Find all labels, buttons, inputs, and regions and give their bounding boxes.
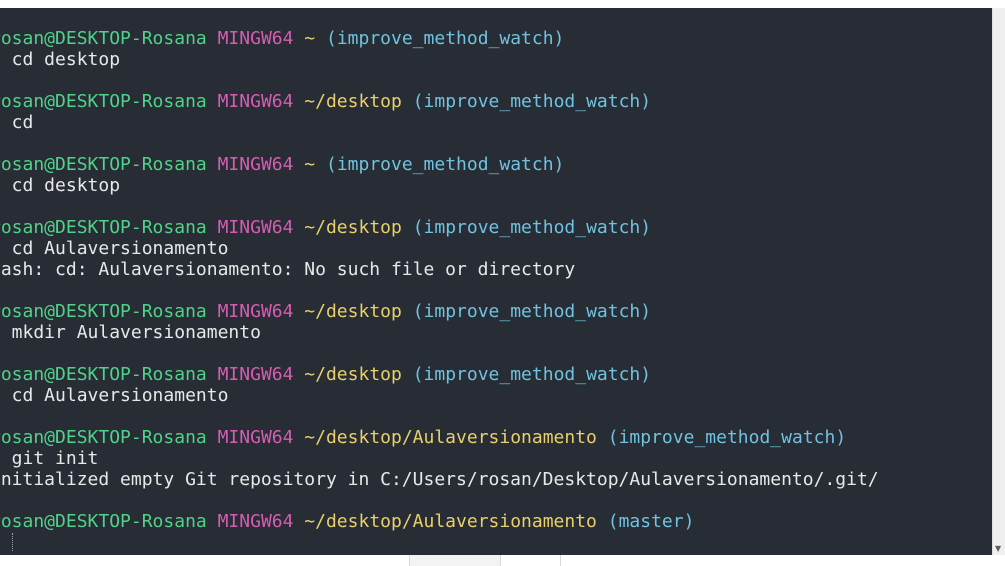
command-text: $ cd Aulaversionamento (0, 385, 229, 406)
prompt-branch: (improve_method_watch) (325, 154, 565, 175)
output-text: bash: cd: Aulaversionamento: No such fil… (0, 259, 576, 280)
prompt-path: ~ (304, 154, 316, 175)
prompt-line: rosan@DESKTOP-Rosana MINGW64 ~ (improve_… (0, 154, 879, 175)
prompt-path: ~/desktop (304, 364, 402, 385)
prompt-env: MINGW64 (217, 364, 294, 385)
prompt-line: rosan@DESKTOP-Rosana MINGW64 ~ (improve_… (0, 28, 879, 49)
prompt-env: MINGW64 (217, 154, 294, 175)
command-line: $ mkdir Aulaversionamento (0, 322, 879, 343)
command-line: $ git init (0, 448, 879, 469)
prompt-user: rosan@DESKTOP-Rosana (0, 91, 207, 112)
command-line: $ cd (0, 112, 879, 133)
prompt-line: rosan@DESKTOP-Rosana MINGW64 ~/desktop/A… (0, 511, 879, 532)
scroll-down-arrow-icon[interactable]: ▼ (995, 544, 1001, 553)
prompt-branch: (master) (607, 511, 695, 532)
prompt-branch: (improve_method_watch) (412, 91, 652, 112)
command-line: $ cd Aulaversionamento (0, 385, 879, 406)
prompt-user: rosan@DESKTOP-Rosana (0, 364, 207, 385)
prompt-path: ~/desktop (304, 91, 402, 112)
command-line: $ cd Aulaversionamento (0, 238, 879, 259)
prompt-branch: (improve_method_watch) (412, 364, 652, 385)
prompt-line: rosan@DESKTOP-Rosana MINGW64 ~/desktop (… (0, 217, 879, 238)
prompt-env: MINGW64 (217, 91, 294, 112)
prompt-user: rosan@DESKTOP-Rosana (0, 28, 207, 49)
prompt-path: ~/desktop/Aulaversionamento (304, 427, 597, 448)
prompt-path: ~/desktop (304, 301, 402, 322)
output-line: Initialized empty Git repository in C:/U… (0, 469, 879, 490)
background-tab (409, 555, 501, 566)
terminal-output: rosan@DESKTOP-Rosana MINGW64 ~ (improve_… (0, 28, 879, 532)
prompt-env: MINGW64 (217, 217, 294, 238)
command-text: $ cd (0, 112, 34, 133)
prompt-branch: (improve_method_watch) (412, 301, 652, 322)
prompt-branch: (improve_method_watch) (412, 217, 652, 238)
command-line: $ cd desktop (0, 49, 879, 70)
command-text: $ cd desktop (0, 175, 121, 196)
prompt-line: rosan@DESKTOP-Rosana MINGW64 ~/desktop (… (0, 91, 879, 112)
vertical-scrollbar[interactable]: ▼ (992, 8, 1005, 555)
terminal-window[interactable]: rosan@DESKTOP-Rosana MINGW64 ~ (improve_… (0, 8, 992, 555)
prompt-branch: (improve_method_watch) (325, 28, 565, 49)
divider (560, 555, 561, 566)
prompt-user: rosan@DESKTOP-Rosana (0, 217, 207, 238)
prompt-user: rosan@DESKTOP-Rosana (0, 511, 207, 532)
prompt-env: MINGW64 (217, 427, 294, 448)
command-line: $ cd desktop (0, 175, 879, 196)
command-text: $ cd desktop (0, 49, 121, 70)
output-text: Initialized empty Git repository in C:/U… (0, 469, 879, 490)
prompt-user: rosan@DESKTOP-Rosana (0, 427, 207, 448)
prompt-path: ~ (304, 28, 316, 49)
command-text: $ cd Aulaversionamento (0, 238, 229, 259)
prompt-user: rosan@DESKTOP-Rosana (0, 154, 207, 175)
command-text: $ git init (0, 448, 99, 469)
prompt-env: MINGW64 (217, 511, 294, 532)
prompt-user: rosan@DESKTOP-Rosana (0, 301, 207, 322)
prompt-path: ~/desktop/Aulaversionamento (304, 511, 597, 532)
prompt-line: rosan@DESKTOP-Rosana MINGW64 ~/desktop (… (0, 301, 879, 322)
prompt-line: rosan@DESKTOP-Rosana MINGW64 ~/desktop (… (0, 364, 879, 385)
prompt-branch: (improve_method_watch) (607, 427, 847, 448)
background-window-strip (0, 555, 1005, 566)
prompt-line: rosan@DESKTOP-Rosana MINGW64 ~/desktop/A… (0, 427, 879, 448)
prompt-env: MINGW64 (217, 28, 294, 49)
prompt-env: MINGW64 (217, 301, 294, 322)
command-text: $ mkdir Aulaversionamento (0, 322, 261, 343)
output-line: bash: cd: Aulaversionamento: No such fil… (0, 259, 879, 280)
prompt-path: ~/desktop (304, 217, 402, 238)
text-cursor (12, 533, 14, 551)
